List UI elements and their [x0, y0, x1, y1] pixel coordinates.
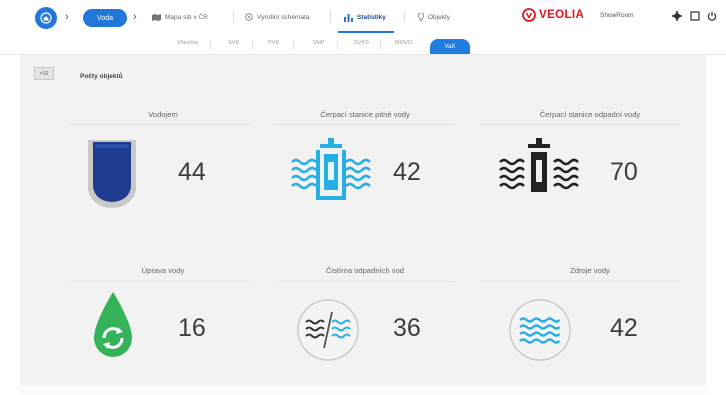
- gear-icon: [672, 11, 682, 21]
- nav-divider: [404, 11, 405, 22]
- nav-item-schemas[interactable]: Výrobní schémata: [245, 9, 309, 25]
- home-icon: [40, 12, 52, 24]
- subtab-movo[interactable]: MOVO: [395, 40, 412, 46]
- subtab-vhp[interactable]: VHP: [313, 40, 325, 46]
- top-navigation-bar: › Voda › Mapa sítí v ČR Výrobní schémata…: [0, 0, 726, 33]
- map-icon: [152, 13, 161, 21]
- water-source-icon: [508, 298, 572, 367]
- subtab-divider: [210, 41, 211, 49]
- card-title-drinking-pump: Čerpací stanice pitné vody: [320, 110, 410, 119]
- card-title-treatment: Úprava vody: [141, 266, 185, 275]
- diagram-icon: [245, 13, 253, 21]
- nav-divider: [233, 11, 234, 22]
- card-value-treatment: 16: [178, 314, 206, 342]
- nav-item-map[interactable]: Mapa sítí v ČR: [152, 9, 208, 25]
- breadcrumb-voda-pill[interactable]: Voda: [83, 9, 127, 27]
- card-value-drinking-pump: 42: [393, 158, 421, 186]
- card-divider: [70, 281, 250, 282]
- nav-item-label: Statistiky: [357, 13, 386, 21]
- nav-item-label: Mapa sítí v ČR: [165, 13, 208, 21]
- location-pin-icon: [418, 13, 424, 21]
- drinking-water-pump-icon: [290, 138, 372, 211]
- brand-logo: VEOLIA: [522, 8, 584, 22]
- nav-item-label: Objekty: [428, 13, 451, 21]
- subtab-svks[interactable]: SVKS: [354, 40, 369, 46]
- card-title-waste-pump: Čerpací stanice odpadní vody: [539, 110, 641, 119]
- breadcrumb-chevron-icon: ›: [65, 11, 69, 23]
- card-title-water-source: Zdroje vody: [570, 266, 610, 275]
- subtab-divider: [380, 41, 381, 49]
- showroom-label[interactable]: ShowRoom: [600, 12, 634, 19]
- reservoir-icon: [86, 138, 138, 213]
- card-title-wastewater-plant: Čistírna odpadních vod: [325, 266, 405, 275]
- card-divider: [275, 281, 455, 282]
- active-tab-indicator: [338, 31, 394, 33]
- window-button[interactable]: [688, 9, 702, 23]
- card-value-water-source: 42: [610, 314, 638, 342]
- card-divider: [275, 124, 455, 125]
- subtab-svk[interactable]: SVK: [228, 40, 239, 46]
- power-icon: [707, 11, 717, 21]
- collapse-button[interactable]: ×10: [34, 67, 54, 80]
- breadcrumb-chevron-icon: ›: [133, 11, 137, 23]
- card-title-vodojem: Vodojem: [148, 110, 178, 119]
- brand-name: VEOLIA: [539, 9, 585, 21]
- card-divider: [480, 124, 680, 125]
- card-value-waste-pump: 70: [610, 158, 638, 186]
- water-treatment-icon: [92, 292, 134, 365]
- subtab-divider: [337, 41, 338, 49]
- wastewater-plant-icon: [296, 298, 360, 367]
- subtab-active-vak[interactable]: VaK: [430, 39, 470, 54]
- subtab-divider: [293, 41, 294, 49]
- settings-button[interactable]: [670, 9, 684, 23]
- panel-footer: [20, 385, 706, 395]
- nav-item-objects[interactable]: Objekty: [418, 9, 450, 25]
- nav-divider: [330, 11, 331, 22]
- subtab-divider: [252, 41, 253, 49]
- nav-item-label: Výrobní schémata: [257, 13, 310, 21]
- section-title: Počty objektů: [80, 73, 123, 80]
- subtabs-bar: Všechny SVK PVK VHP SVKS MOVO: [0, 34, 726, 54]
- subtab-vsechny[interactable]: Všechny: [177, 40, 198, 46]
- subtab-pvk[interactable]: PVK: [268, 40, 279, 46]
- nav-item-statistics[interactable]: Statistiky: [344, 9, 386, 25]
- card-divider: [480, 281, 680, 282]
- home-button[interactable]: [35, 7, 57, 29]
- power-button[interactable]: [705, 9, 719, 23]
- window-icon: [690, 11, 700, 21]
- veolia-logo-icon: [522, 8, 536, 22]
- card-divider: [70, 124, 250, 125]
- card-value-vodojem: 44: [178, 158, 206, 186]
- bar-chart-icon: [344, 13, 353, 22]
- card-value-wastewater-plant: 36: [393, 314, 421, 342]
- waste-water-pump-icon: [498, 138, 580, 211]
